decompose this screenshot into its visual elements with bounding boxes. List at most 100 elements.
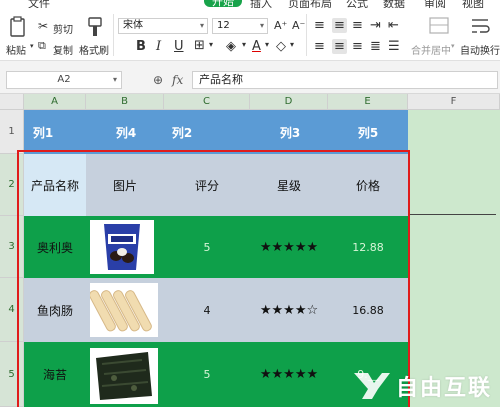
oreo-image[interactable] [90, 220, 154, 274]
stars-cell[interactable]: ★★★★☆ [250, 278, 328, 342]
oreo-package-icon [104, 224, 140, 270]
row-header-5[interactable]: 5 [0, 342, 24, 407]
ribbon-separator [113, 14, 114, 56]
select-all-corner[interactable] [0, 94, 24, 110]
column-header-c[interactable]: C [164, 94, 250, 110]
product-name-cell[interactable]: 鱼肉肠 [24, 278, 86, 342]
cell-e2[interactable]: 价格 [328, 154, 408, 216]
align-right-icon[interactable]: ≡ [352, 40, 363, 53]
menu-formulas[interactable]: 公式 [346, 0, 368, 8]
menu-view[interactable]: 视图 [462, 0, 484, 8]
font-name-select[interactable]: 宋体 ▾ [118, 18, 208, 34]
menu-file[interactable]: 文件 [28, 0, 50, 8]
scissors-icon[interactable]: ✂ [38, 20, 48, 32]
cell-d2[interactable]: 星级 [250, 154, 328, 216]
score-cell[interactable]: 5 [164, 342, 250, 407]
bold-icon[interactable]: B [136, 40, 146, 53]
seaweed-image[interactable] [90, 348, 158, 404]
header-cell[interactable]: 列3 [272, 110, 308, 154]
chevron-down-icon[interactable]: ▾ [209, 41, 213, 49]
fill-color-icon[interactable]: ◈ [226, 40, 236, 53]
watermark: 自由互联 [352, 369, 492, 403]
column-f-area[interactable] [408, 110, 500, 407]
menu-bar: 文件 开始 插入 页面布局 公式 数据 审阅 视图 [0, 0, 500, 8]
header-cell[interactable]: 列1 [24, 110, 62, 154]
row-header-1[interactable]: 1 [0, 110, 24, 154]
chevron-down-icon: ▾ [112, 75, 117, 84]
format-painter-button[interactable] [86, 16, 104, 41]
column-header-d[interactable]: D [250, 94, 328, 110]
outdent-icon[interactable]: ⇤ [388, 19, 399, 32]
row-header-3[interactable]: 3 [0, 216, 24, 278]
fish-sausage-image[interactable] [89, 283, 158, 337]
column-header-e[interactable]: E [328, 94, 408, 110]
chevron-down-icon[interactable]: ▾ [265, 41, 269, 49]
cell-c2[interactable]: 评分 [164, 154, 250, 216]
auto-wrap-label[interactable]: 自动换行 [460, 42, 500, 57]
menu-review[interactable]: 审阅 [424, 0, 446, 8]
cell-border-line [408, 214, 496, 215]
cell-a2[interactable]: 产品名称 [24, 154, 86, 216]
brush-icon [88, 17, 102, 36]
paste-label[interactable]: 粘贴 [6, 42, 26, 57]
cell-b2[interactable]: 图片 [86, 154, 164, 216]
decrease-font-icon[interactable]: A⁻ [292, 20, 305, 31]
header-cell[interactable]: 列5 [350, 110, 386, 154]
copy-button[interactable]: 复制 [53, 42, 73, 57]
product-name-cell[interactable]: 奥利奥 [24, 216, 86, 278]
menu-page-layout[interactable]: 页面布局 [288, 0, 332, 8]
price-cell[interactable]: 12.88 [328, 216, 408, 278]
italic-icon[interactable]: I [156, 40, 161, 53]
increase-font-icon[interactable]: A⁺ [274, 20, 287, 31]
align-top-icon[interactable]: ≡ [314, 19, 325, 32]
align-left-icon[interactable]: ≡ [314, 40, 325, 53]
column-header-f[interactable]: F [408, 94, 500, 110]
product-name-cell[interactable]: 海苔 [24, 342, 86, 407]
column-header-a[interactable]: A [24, 94, 86, 110]
underline-icon[interactable]: U [174, 40, 184, 53]
header-cell[interactable]: 列4 [108, 110, 144, 154]
chevron-down-icon[interactable]: ▾ [451, 42, 455, 50]
fx-icon[interactable]: fx [172, 73, 183, 87]
indent-icon[interactable]: ⇥ [370, 19, 381, 32]
formula-content: 产品名称 [199, 73, 243, 86]
zoom-icon[interactable]: ⊕ [153, 73, 163, 87]
score-cell[interactable]: 4 [164, 278, 250, 342]
font-color-icon[interactable]: A [252, 40, 261, 53]
menu-data[interactable]: 数据 [383, 0, 405, 8]
menu-home[interactable]: 开始 [204, 0, 242, 8]
menu-insert[interactable]: 插入 [250, 0, 272, 8]
row-header-2[interactable]: 2 [0, 154, 24, 216]
border-icon[interactable]: ⊞ [194, 39, 205, 52]
row-header-4[interactable]: 4 [0, 278, 24, 342]
align-center-icon[interactable]: ≡ [332, 39, 347, 54]
merge-center-label[interactable]: 合并居中 [411, 42, 451, 57]
clear-format-icon[interactable]: ◇ [276, 40, 286, 53]
formula-input[interactable]: 产品名称 [192, 71, 498, 89]
stars-cell[interactable]: ★★★★★ [250, 342, 328, 407]
auto-wrap-button[interactable] [470, 16, 492, 39]
font-size-value: 12 [217, 20, 230, 31]
justify-icon[interactable]: ≣ [370, 40, 381, 53]
stars-cell[interactable]: ★★★★★ [250, 216, 328, 278]
merge-center-button[interactable] [428, 16, 450, 39]
format-painter-label[interactable]: 格式刷 [79, 42, 109, 57]
column-header-b[interactable]: B [86, 94, 164, 110]
table-row: 奥利奥 5 ★★★★★ 12.88 [24, 216, 408, 278]
font-size-select[interactable]: 12 ▾ [212, 18, 268, 34]
chevron-down-icon[interactable]: ▾ [242, 41, 246, 49]
paste-dropdown-icon[interactable]: ▾ [30, 42, 34, 50]
score-cell[interactable]: 5 [164, 216, 250, 278]
price-cell[interactable]: 16.88 [328, 278, 408, 342]
ribbon-separator [306, 14, 307, 56]
name-box[interactable]: A2 ▾ [6, 71, 122, 89]
cut-button[interactable]: 剪切 [53, 21, 73, 36]
copy-icon[interactable]: ⧉ [38, 40, 46, 51]
align-bottom-icon[interactable]: ≡ [352, 19, 363, 32]
header-cell[interactable]: 列2 [164, 110, 200, 154]
distribute-icon[interactable]: ☰ [388, 40, 400, 53]
chevron-down-icon[interactable]: ▾ [290, 41, 294, 49]
align-middle-icon[interactable]: ≡ [332, 18, 347, 33]
paste-button[interactable] [8, 16, 28, 41]
table-row: 鱼肉肠 4 ★★★★☆ 16.88 [24, 278, 408, 342]
